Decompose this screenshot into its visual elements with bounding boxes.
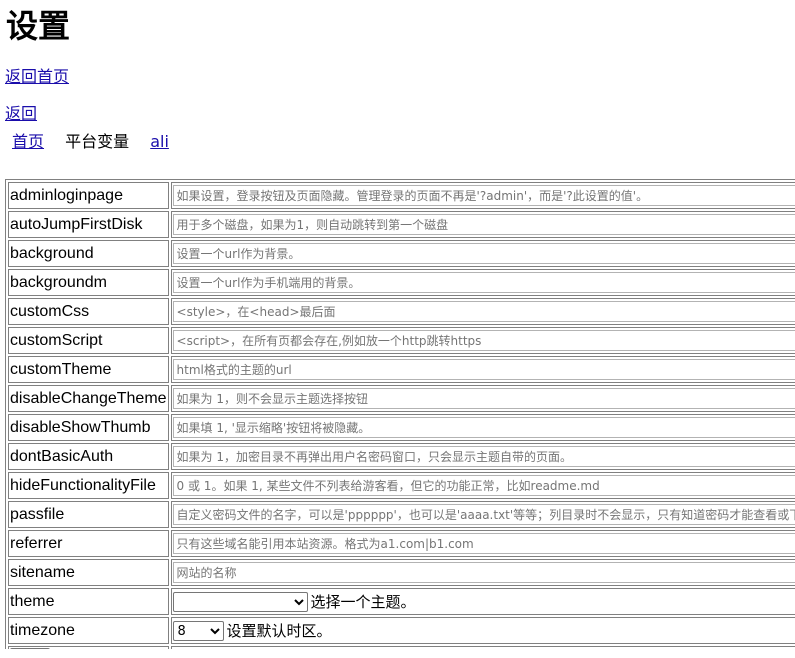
setting-row: background: [8, 240, 795, 267]
submit-settings-button[interactable]: 设置: [10, 648, 51, 649]
setting-row: sitename: [8, 559, 795, 586]
setting-key: referrer: [8, 530, 169, 557]
timezone-select[interactable]: 8: [172, 621, 224, 642]
setting-value-input[interactable]: [172, 533, 795, 554]
setting-row: autoJumpFirstDisk: [8, 211, 795, 238]
setting-key: timezone: [8, 617, 169, 644]
setting-key: passfile: [8, 501, 169, 528]
setting-value-input[interactable]: [172, 185, 795, 206]
setting-key: sitename: [8, 559, 169, 586]
setting-key: theme: [8, 588, 169, 615]
settings-form: adminloginpageautoJumpFirstDiskbackgroun…: [5, 179, 795, 649]
setting-row: disableShowThumb: [8, 414, 795, 441]
setting-value-input[interactable]: [172, 243, 795, 264]
setting-row: hideFunctionalityFile: [8, 472, 795, 499]
theme-hint: 选择一个主题。: [310, 593, 416, 611]
breadcrumb-current: 平台变量: [65, 132, 130, 151]
setting-row: backgroundm: [8, 269, 795, 296]
setting-value-input[interactable]: [172, 301, 795, 322]
setting-row: passfile: [8, 501, 795, 528]
breadcrumb-home-link[interactable]: 首页: [12, 132, 44, 151]
setting-value-input[interactable]: [172, 562, 795, 583]
setting-row: customTheme: [8, 356, 795, 383]
timezone-hint: 设置默认时区。: [226, 622, 332, 640]
breadcrumb-drive-link[interactable]: ali: [150, 132, 169, 151]
setting-row: customCss: [8, 298, 795, 325]
setting-key: disableShowThumb: [8, 414, 169, 441]
setting-row: adminloginpage: [8, 182, 795, 209]
setting-key: hideFunctionalityFile: [8, 472, 169, 499]
setting-key: autoJumpFirstDisk: [8, 211, 169, 238]
setting-row: referrer: [8, 530, 795, 557]
setting-value-input[interactable]: [172, 359, 795, 380]
setting-value-input[interactable]: [172, 330, 795, 351]
setting-value-input[interactable]: [172, 446, 795, 467]
setting-key: backgroundm: [8, 269, 169, 296]
breadcrumb: 首页 平台变量 ali: [12, 132, 169, 152]
setting-key: dontBasicAuth: [8, 443, 169, 470]
setting-row: disableChangeTheme: [8, 385, 795, 412]
back-to-home-link[interactable]: 返回首页: [5, 67, 69, 87]
setting-value-input[interactable]: [172, 475, 795, 496]
setting-key: disableChangeTheme: [8, 385, 169, 412]
settings-table: adminloginpageautoJumpFirstDiskbackgroun…: [5, 179, 795, 649]
setting-value-input[interactable]: [172, 504, 795, 525]
setting-row-theme: theme 选择一个主题。: [8, 588, 795, 615]
setting-value-input[interactable]: [172, 272, 795, 293]
theme-select[interactable]: [172, 592, 308, 613]
setting-value-input[interactable]: [172, 388, 795, 409]
setting-key: customScript: [8, 327, 169, 354]
setting-row: customScript: [8, 327, 795, 354]
setting-key: background: [8, 240, 169, 267]
page-title: 设置: [6, 7, 71, 45]
setting-value-input[interactable]: [172, 214, 795, 235]
setting-row: dontBasicAuth: [8, 443, 795, 470]
setting-key: adminloginpage: [8, 182, 169, 209]
setting-row-timezone: timezone 8 设置默认时区。: [8, 617, 795, 644]
setting-value-input[interactable]: [172, 417, 795, 438]
setting-key: customTheme: [8, 356, 169, 383]
setting-key: customCss: [8, 298, 169, 325]
setting-row-submit: 设置: [8, 646, 795, 649]
back-link[interactable]: 返回: [5, 104, 37, 124]
